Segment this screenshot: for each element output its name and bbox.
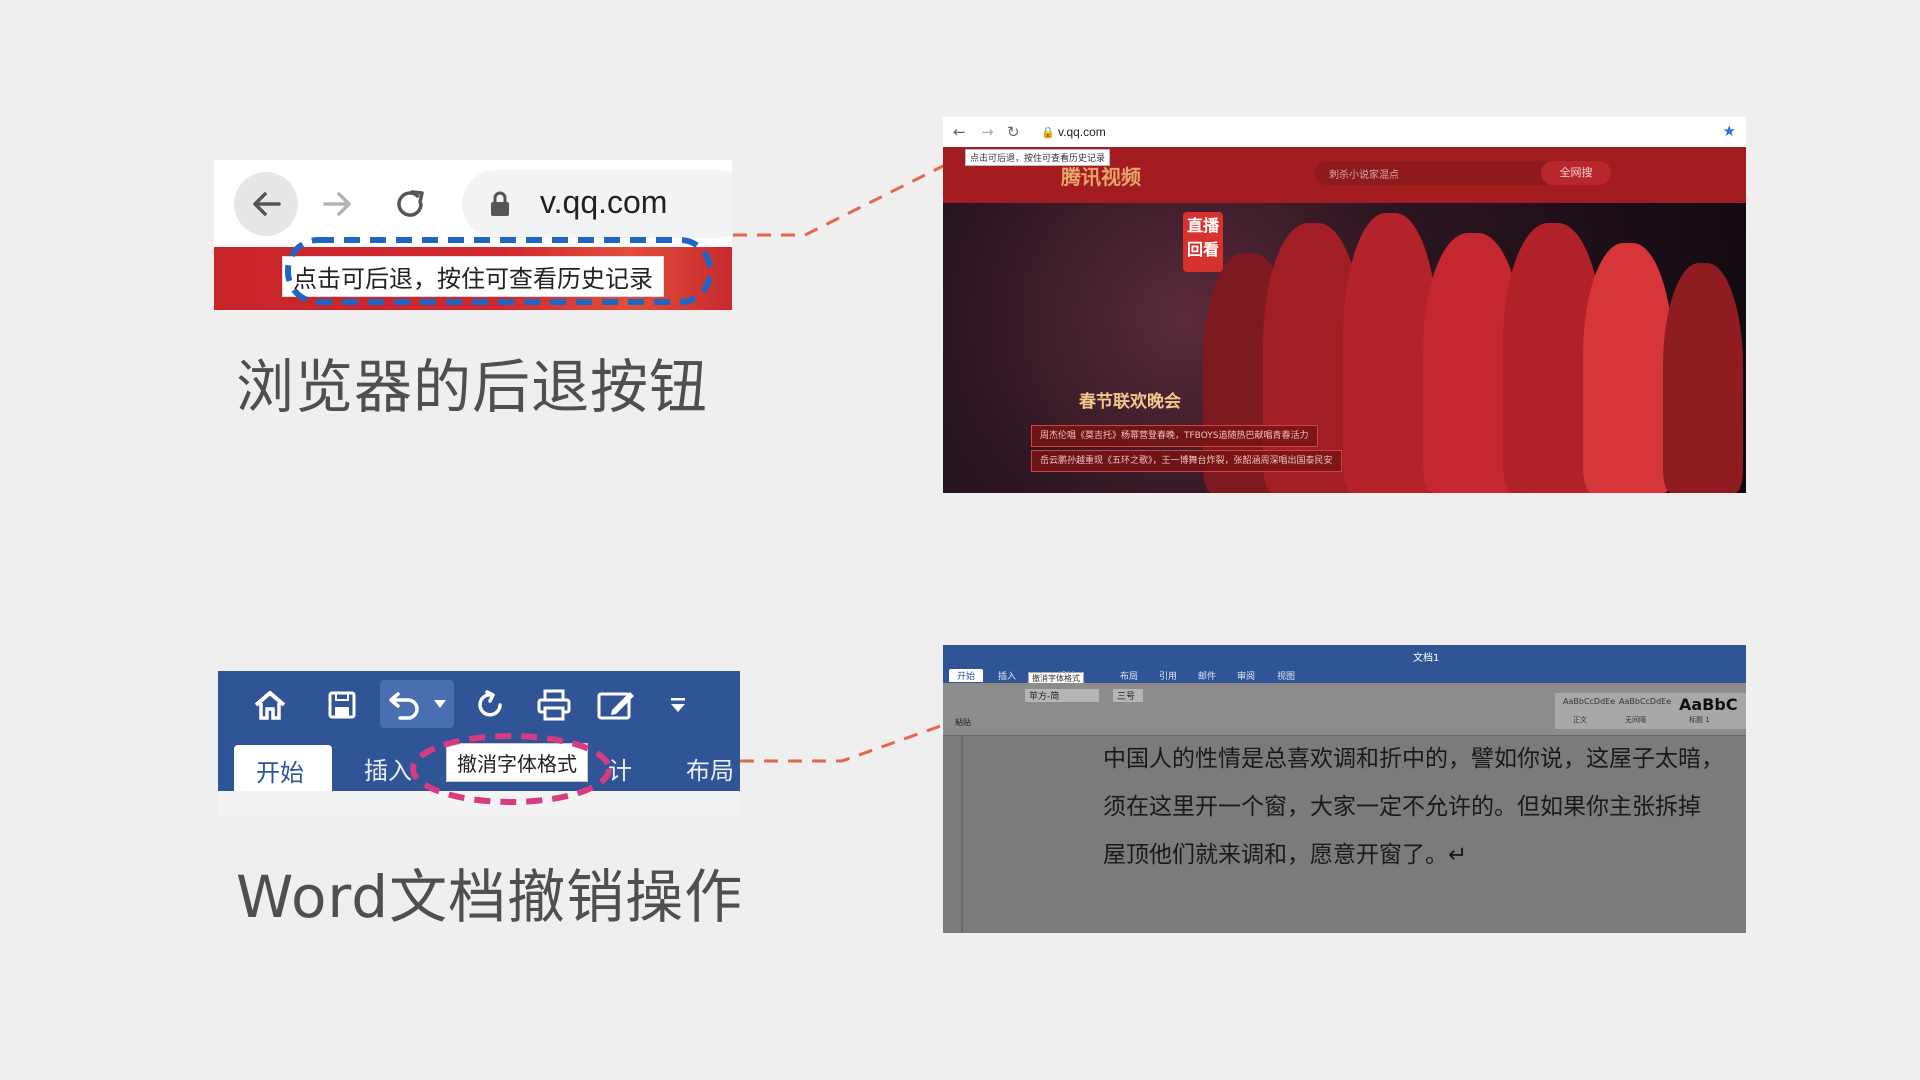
screenshot-quick-bar: 文档1 <box>943 645 1746 667</box>
edit-document-icon <box>597 692 634 720</box>
forward-button[interactable] <box>306 172 370 236</box>
browser-toolbar: v.qq.com <box>214 160 732 247</box>
caption-browser: 浏览器的后退按钮 <box>236 353 709 421</box>
home-icon <box>254 691 286 720</box>
connector-browser <box>733 158 956 237</box>
tab-home: 开始 <box>949 669 984 682</box>
document-line-3: 屋顶他们就来调和，愿意开窗了。↵ <box>1103 842 1468 868</box>
undo-icon <box>389 692 419 720</box>
tab-insert: 插入 <box>998 672 1017 682</box>
tab-layout[interactable]: 布局 <box>686 751 734 786</box>
site-search: 刺杀小说家混点 全网搜 <box>1315 161 1611 185</box>
screenshot-browser-bar: ← → ↻ 🔒 v.qq.com ★ <box>943 117 1746 147</box>
caption-word: Word文档撤销操作 <box>236 863 744 931</box>
news-item-1: 周杰伦唱《莫吉托》杨幂营登春晚，TFBOYS追随热巴献唱青春活力 <box>1031 425 1318 447</box>
save-button[interactable] <box>320 683 364 727</box>
tab-view: 视图 <box>1277 672 1296 682</box>
style-heading1: AaBbC <box>1679 695 1738 714</box>
search-placeholder: 刺杀小说家混点 <box>1329 170 1399 181</box>
lock-icon: 🔒 <box>1041 126 1055 139</box>
reload-button[interactable] <box>378 172 442 236</box>
home-button[interactable] <box>248 683 292 727</box>
save-icon <box>328 691 356 719</box>
font-size-box: 三号 <box>1113 689 1144 702</box>
style-no-spacing-name: 无间隔 <box>1625 716 1646 724</box>
tab-layout: 布局 <box>1120 672 1139 682</box>
style-gallery: AaBbCcDdEe AaBbCcDdEe AaBbC 正文 无间隔 标题 1 <box>1555 693 1746 729</box>
browser-screenshot: ← → ↻ 🔒 v.qq.com ★ 点击可后退，按住可查看历史记录 腾讯视频 … <box>943 117 1746 493</box>
search-button: 全网搜 <box>1541 161 1611 185</box>
browser-toolbar-crop: v.qq.com 点击可后退，按住可查看历史记录 <box>214 160 732 310</box>
gala-title: 春节联欢晚会 <box>1079 392 1181 412</box>
star-icon: ★ <box>1722 122 1736 140</box>
tab-mailings: 邮件 <box>1198 672 1217 682</box>
edit-document-button[interactable] <box>594 683 638 727</box>
tab-home-label: 开始 <box>256 759 304 787</box>
arrow-left-icon <box>253 192 281 216</box>
style-heading1-name: 标题 1 <box>1689 716 1710 724</box>
word-screenshot: 文档1 开始 插入 设计 布局 引用 邮件 审阅 视图 撤消字体格式 苹方-简 … <box>943 645 1746 933</box>
live-replay-badge: 直播回看 <box>1183 212 1223 272</box>
quick-access-bar <box>218 671 740 737</box>
style-no-spacing: AaBbCcDdEe <box>1619 697 1672 706</box>
style-normal-name: 正文 <box>1573 716 1587 724</box>
site-logo: 腾讯视频 <box>1061 165 1141 189</box>
reload-icon: ↻ <box>1007 123 1020 141</box>
address-url: v.qq.com <box>540 184 668 220</box>
highlight-ellipse <box>285 237 713 305</box>
word-toolbar-crop: 插入 计 布局 开始 撤消字体格式 <box>218 671 740 816</box>
highlight-ellipse <box>410 733 612 805</box>
vertical-ruler <box>961 735 963 933</box>
chevron-down-icon[interactable] <box>434 700 446 708</box>
arrow-left-icon: ← <box>953 123 966 141</box>
printer-icon <box>537 689 571 721</box>
font-name-box: 苹方-简 <box>1025 689 1100 702</box>
lock-icon <box>491 191 509 216</box>
paste-label: 粘贴 <box>955 718 971 727</box>
screenshot-url: v.qq.com <box>1058 125 1106 139</box>
document-line-2: 须在这里开一个窗，大家一定不允许的。但如果你主张拆掉 <box>1103 794 1701 820</box>
document-title: 文档1 <box>1413 653 1440 664</box>
style-normal: AaBbCcDdEe <box>1563 697 1616 706</box>
performer-figure <box>1583 243 1673 493</box>
reload-icon <box>397 190 424 217</box>
tab-insert[interactable]: 插入 <box>364 751 412 786</box>
arrow-right-icon <box>323 192 351 216</box>
tab-review: 审阅 <box>1237 672 1256 682</box>
customize-toolbar-button[interactable] <box>656 683 700 727</box>
address-bar[interactable]: v.qq.com <box>462 170 732 238</box>
dropdown-icon <box>671 698 685 712</box>
document-line-1: 中国人的性情是总喜欢调和折中的，譬如你说，这屋子太暗， <box>1103 746 1724 772</box>
undo-button[interactable] <box>380 680 454 728</box>
tab-home[interactable]: 开始 <box>234 745 332 791</box>
arrow-right-icon: → <box>981 123 994 141</box>
news-item-2: 岳云鹏孙越重现《五环之歌》，王一博舞台炸裂，张韶涵周深唱出国泰民安 <box>1031 450 1342 472</box>
performer-figure <box>1663 263 1743 493</box>
print-button[interactable] <box>532 683 576 727</box>
tab-references: 引用 <box>1159 672 1178 682</box>
redo-icon <box>478 690 502 717</box>
back-button[interactable] <box>234 172 298 236</box>
redo-button[interactable] <box>468 683 512 727</box>
